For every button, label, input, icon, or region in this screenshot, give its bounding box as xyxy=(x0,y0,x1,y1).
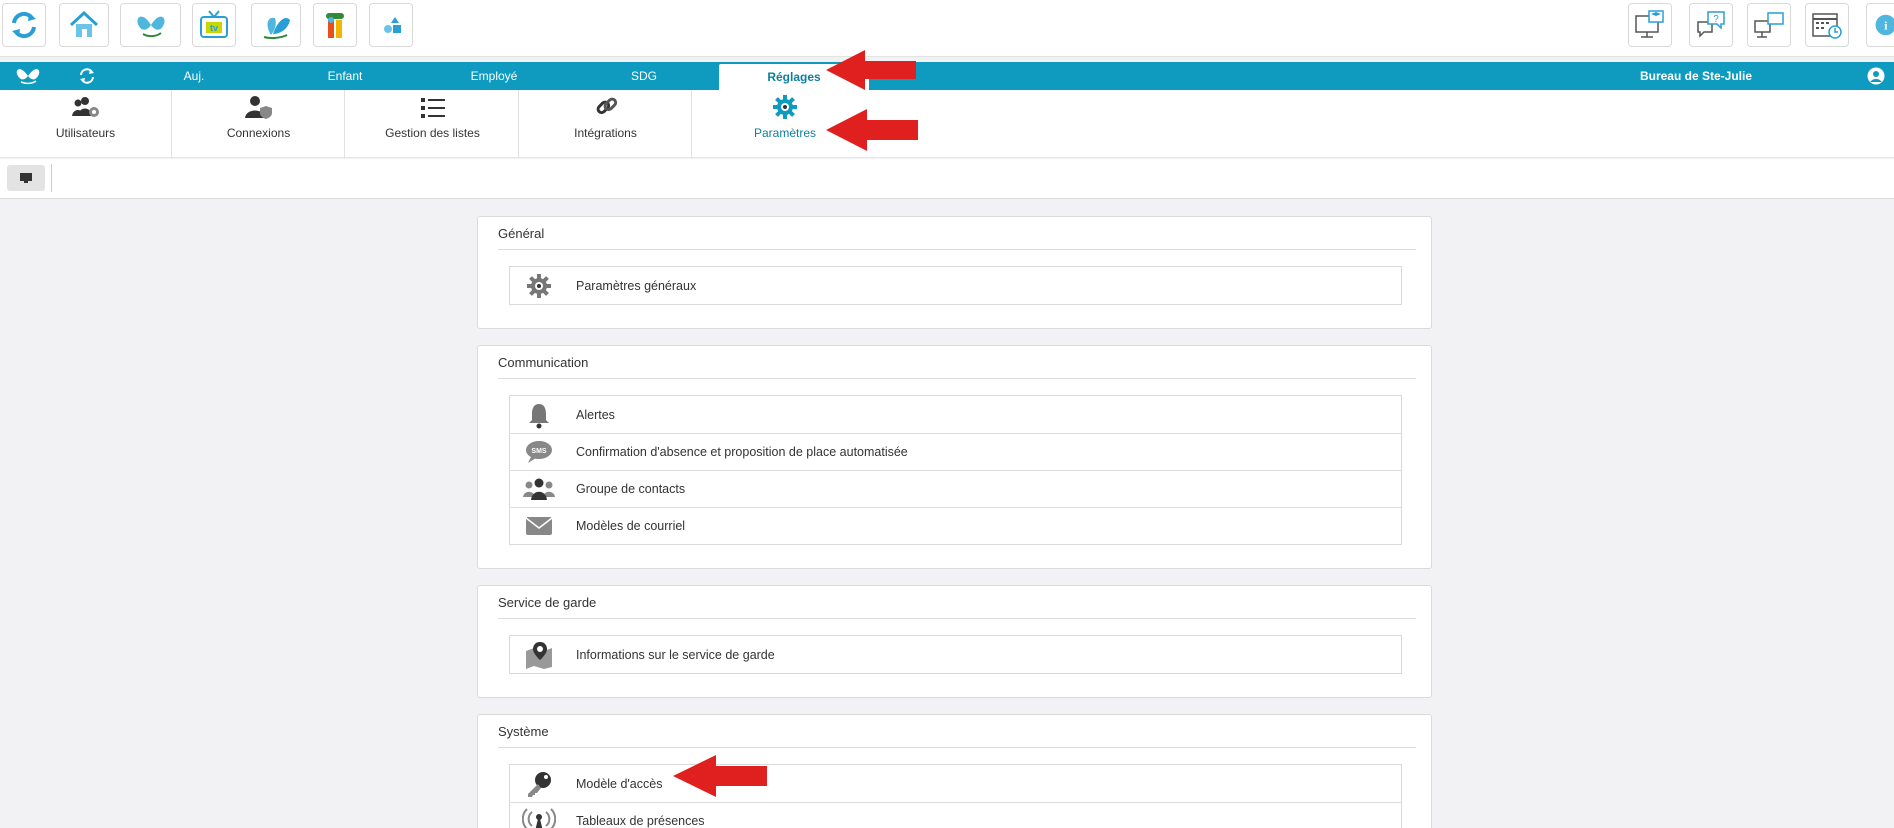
user-shield-icon xyxy=(244,96,272,119)
divider xyxy=(498,618,1416,619)
map-pin-icon xyxy=(510,636,568,673)
settings-list: Modèle d'accès Tableaux de présences xyxy=(509,764,1402,828)
antenna-icon xyxy=(510,803,568,828)
office-name[interactable]: Bureau de Ste-Julie xyxy=(1640,62,1752,90)
list-item-label: Confirmation d'absence et proposition de… xyxy=(576,445,908,459)
list-item-label: Groupe de contacts xyxy=(576,482,686,496)
home-icon xyxy=(69,10,99,37)
refresh-icon xyxy=(12,11,36,39)
schedule-button[interactable] xyxy=(1805,3,1849,47)
divider xyxy=(51,164,52,192)
help-chat-icon: ? xyxy=(1697,11,1725,38)
settings-list: Informations sur le service de garde xyxy=(509,635,1402,674)
calendar-clock-icon xyxy=(1812,13,1842,39)
display-mode-button[interactable] xyxy=(7,165,45,191)
envelope-icon xyxy=(510,508,568,545)
list-item-general-settings[interactable]: Paramètres généraux xyxy=(510,267,1401,304)
annotation-arrow xyxy=(826,50,916,90)
nav-item-sdg[interactable]: SDG xyxy=(600,62,688,90)
kids-icon xyxy=(326,13,344,38)
shapes-button[interactable] xyxy=(369,3,413,47)
svg-text:tv: tv xyxy=(210,23,218,33)
list-item-label: Tableaux de présences xyxy=(576,814,705,828)
subnav-lists-label: Gestion des listes xyxy=(385,126,480,140)
refresh-icon[interactable] xyxy=(78,67,96,90)
contacts-group-icon xyxy=(510,471,568,508)
monitor-icon xyxy=(20,173,32,183)
list-item-access-model[interactable]: Modèle d'accès xyxy=(510,765,1401,802)
refresh-button[interactable] xyxy=(2,3,46,47)
user-avatar-icon[interactable] xyxy=(1867,67,1885,90)
nav-item-today[interactable]: Auj. xyxy=(150,62,238,90)
bell-icon xyxy=(510,396,568,433)
help-button[interactable]: ? xyxy=(1689,3,1733,47)
section-communication: Communication Alertes SMS Confirmation d… xyxy=(477,345,1432,569)
list-item-daycare-info[interactable]: Informations sur le service de garde xyxy=(510,636,1401,673)
divider xyxy=(498,378,1416,379)
tv-icon: tv xyxy=(200,10,228,38)
main-nav: Auj. Enfant Employé SDG Réglages Bureau … xyxy=(0,62,1894,90)
settings-list: Alertes SMS Confirmation d'absence et pr… xyxy=(509,395,1402,545)
shapes-icon xyxy=(384,17,401,33)
subnav-connections-label: Connexions xyxy=(226,126,291,140)
annotation-arrow xyxy=(826,109,918,151)
nav-item-employee[interactable]: Employé xyxy=(450,62,538,90)
subnav-integrations-label: Intégrations xyxy=(574,126,637,140)
list-item-attendance-boards[interactable]: Tableaux de présences xyxy=(510,802,1401,828)
list-item-absence-confirmation[interactable]: SMS Confirmation d'absence et propositio… xyxy=(510,433,1401,470)
info-button[interactable]: i xyxy=(1866,3,1894,47)
key-icon xyxy=(510,765,568,802)
butterfly-alt-button[interactable] xyxy=(251,3,301,47)
list-item-label: Modèles de courriel xyxy=(576,519,686,533)
tv-button[interactable]: tv xyxy=(192,3,236,47)
info-icon: i xyxy=(1875,14,1894,36)
users-gear-icon xyxy=(71,97,99,117)
list-item-contact-groups[interactable]: Groupe de contacts xyxy=(510,470,1401,507)
butterfly-logo-icon xyxy=(136,16,165,38)
divider xyxy=(498,249,1416,250)
list-item-label: Paramètres généraux xyxy=(576,278,697,293)
divider xyxy=(498,747,1416,748)
section-title: Service de garde xyxy=(498,595,597,610)
training-monitor-icon xyxy=(1635,10,1664,38)
remote-desktop-icon xyxy=(1754,12,1784,38)
subnav-users[interactable]: Utilisateurs xyxy=(0,90,172,158)
section-daycare: Service de garde Informations sur le ser… xyxy=(477,585,1432,698)
subnav-integrations[interactable]: Intégrations xyxy=(520,90,692,158)
list-item-label: Modèle d'accès xyxy=(576,776,663,791)
settings-subnav: Utilisateurs Connexions Gestion des list… xyxy=(0,90,1894,158)
subnav-users-label: Utilisateurs xyxy=(55,126,116,140)
section-title: Communication xyxy=(498,355,589,370)
list-item-alerts[interactable]: Alertes xyxy=(510,396,1401,433)
home-button[interactable] xyxy=(59,3,109,47)
list-item-label: Informations sur le service de garde xyxy=(576,647,775,662)
remote-desktop-button[interactable] xyxy=(1747,3,1791,47)
annotation-arrow xyxy=(673,755,767,797)
kids-button[interactable] xyxy=(313,3,357,47)
training-button[interactable] xyxy=(1628,3,1672,47)
subnav-connections[interactable]: Connexions xyxy=(173,90,345,158)
list-item-label: Alertes xyxy=(576,407,615,422)
tools-row xyxy=(0,159,1894,199)
subnav-lists[interactable]: Gestion des listes xyxy=(347,90,519,158)
section-system: Système Modèle d'accès Tableaux de prése… xyxy=(477,714,1432,828)
settings-list: Paramètres généraux xyxy=(509,266,1402,305)
svg-text:?: ? xyxy=(1713,14,1719,25)
list-item-email-templates[interactable]: Modèles de courriel xyxy=(510,507,1401,544)
gear-icon xyxy=(510,267,568,304)
svg-text:SMS: SMS xyxy=(531,448,547,455)
section-title: Système xyxy=(498,724,549,739)
section-general: Général Paramètres généraux xyxy=(477,216,1432,329)
butterfly-app-button[interactable] xyxy=(120,3,181,47)
gear-icon xyxy=(773,95,797,119)
nav-item-child[interactable]: Enfant xyxy=(300,62,390,90)
sms-icon: SMS xyxy=(510,434,568,471)
butterfly-logo-icon[interactable] xyxy=(14,66,42,91)
app-toolbar: tv ? i xyxy=(0,0,1894,57)
butterfly-alt-icon xyxy=(263,17,290,40)
section-title: Général xyxy=(498,226,545,241)
link-icon xyxy=(596,97,617,115)
list-icon xyxy=(420,98,445,118)
